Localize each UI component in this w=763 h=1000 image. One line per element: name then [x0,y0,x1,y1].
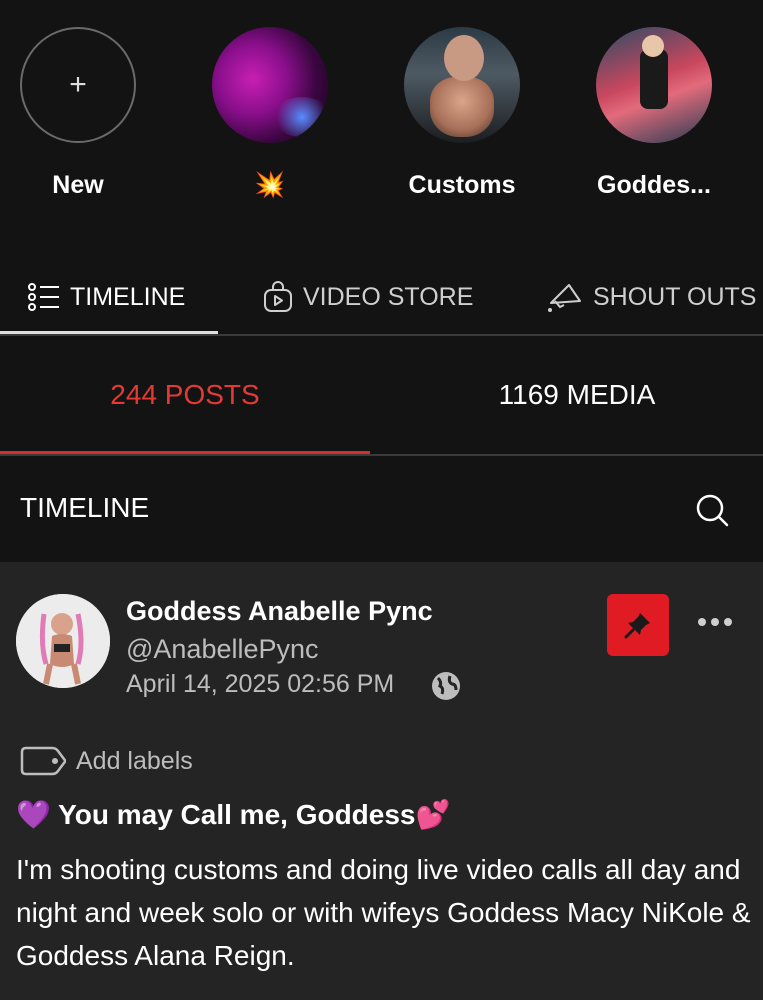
pin-icon [624,613,650,639]
post-author[interactable]: Goddess Anabelle Pync [126,596,433,627]
active-subtab-indicator [0,451,370,454]
tab-timeline[interactable]: TIMELINE [28,260,185,334]
tab-posts[interactable]: 244 POSTS [0,336,370,454]
story-thumbnail[interactable] [404,27,520,143]
post-card: Goddess Anabelle Pync @AnabellePync Apri… [0,562,763,1000]
megaphone-icon [548,284,581,312]
tab-shout-outs[interactable]: SHOUT OUTS [547,260,756,334]
video-bag-icon [264,281,292,312]
story-label: Customs [408,171,516,199]
tab-label: SHOUT OUTS [593,282,757,311]
story-label: New [52,171,104,199]
story-label: Goddes... [597,171,711,199]
post-handle[interactable]: @AnabellePync [126,634,319,665]
add-labels-label: Add labels [76,746,193,775]
pin-button[interactable] [607,594,669,656]
search-icon[interactable] [694,492,730,528]
timeline-header: TIMELINE [0,456,763,560]
tab-label: TIMELINE [70,282,186,311]
tab-label: VIDEO STORE [303,282,474,311]
story-thumbnail[interactable] [596,27,712,143]
tab-media[interactable]: 1169 MEDIA [392,336,762,454]
new-story-button[interactable]: + [20,27,136,143]
section-title: TIMELINE [20,492,150,523]
profile-tabs: TIMELINE VIDEO STORE SHOUT OUTS [0,260,763,336]
post-body: I'm shooting customs and doing live vide… [16,854,751,971]
avatar[interactable] [16,594,110,688]
story-thumbnail[interactable] [212,27,328,143]
story-new[interactable]: + New [19,27,137,200]
story-item[interactable]: Customs [403,27,521,200]
tab-video-store[interactable]: VIDEO STORE [263,260,473,334]
content-subtabs: 244 POSTS 1169 MEDIA [0,336,763,456]
more-options-icon[interactable] [697,616,733,628]
plus-icon: + [69,68,87,101]
post-headline: 💜 You may Call me, Goddess💕 [16,799,451,830]
story-label: 💥 [254,171,286,199]
stories-row: + New 💥 Customs Goddes... [0,0,763,230]
story-item[interactable]: 💥 [211,27,329,200]
active-tab-indicator [0,331,218,334]
add-labels-button[interactable]: Add labels [20,746,193,776]
list-icon [28,283,59,311]
story-item[interactable]: Goddes... [595,27,713,200]
tag-icon [20,746,66,776]
globe-icon [432,672,460,700]
post-date: April 14, 2025 02:56 PM [126,670,395,698]
